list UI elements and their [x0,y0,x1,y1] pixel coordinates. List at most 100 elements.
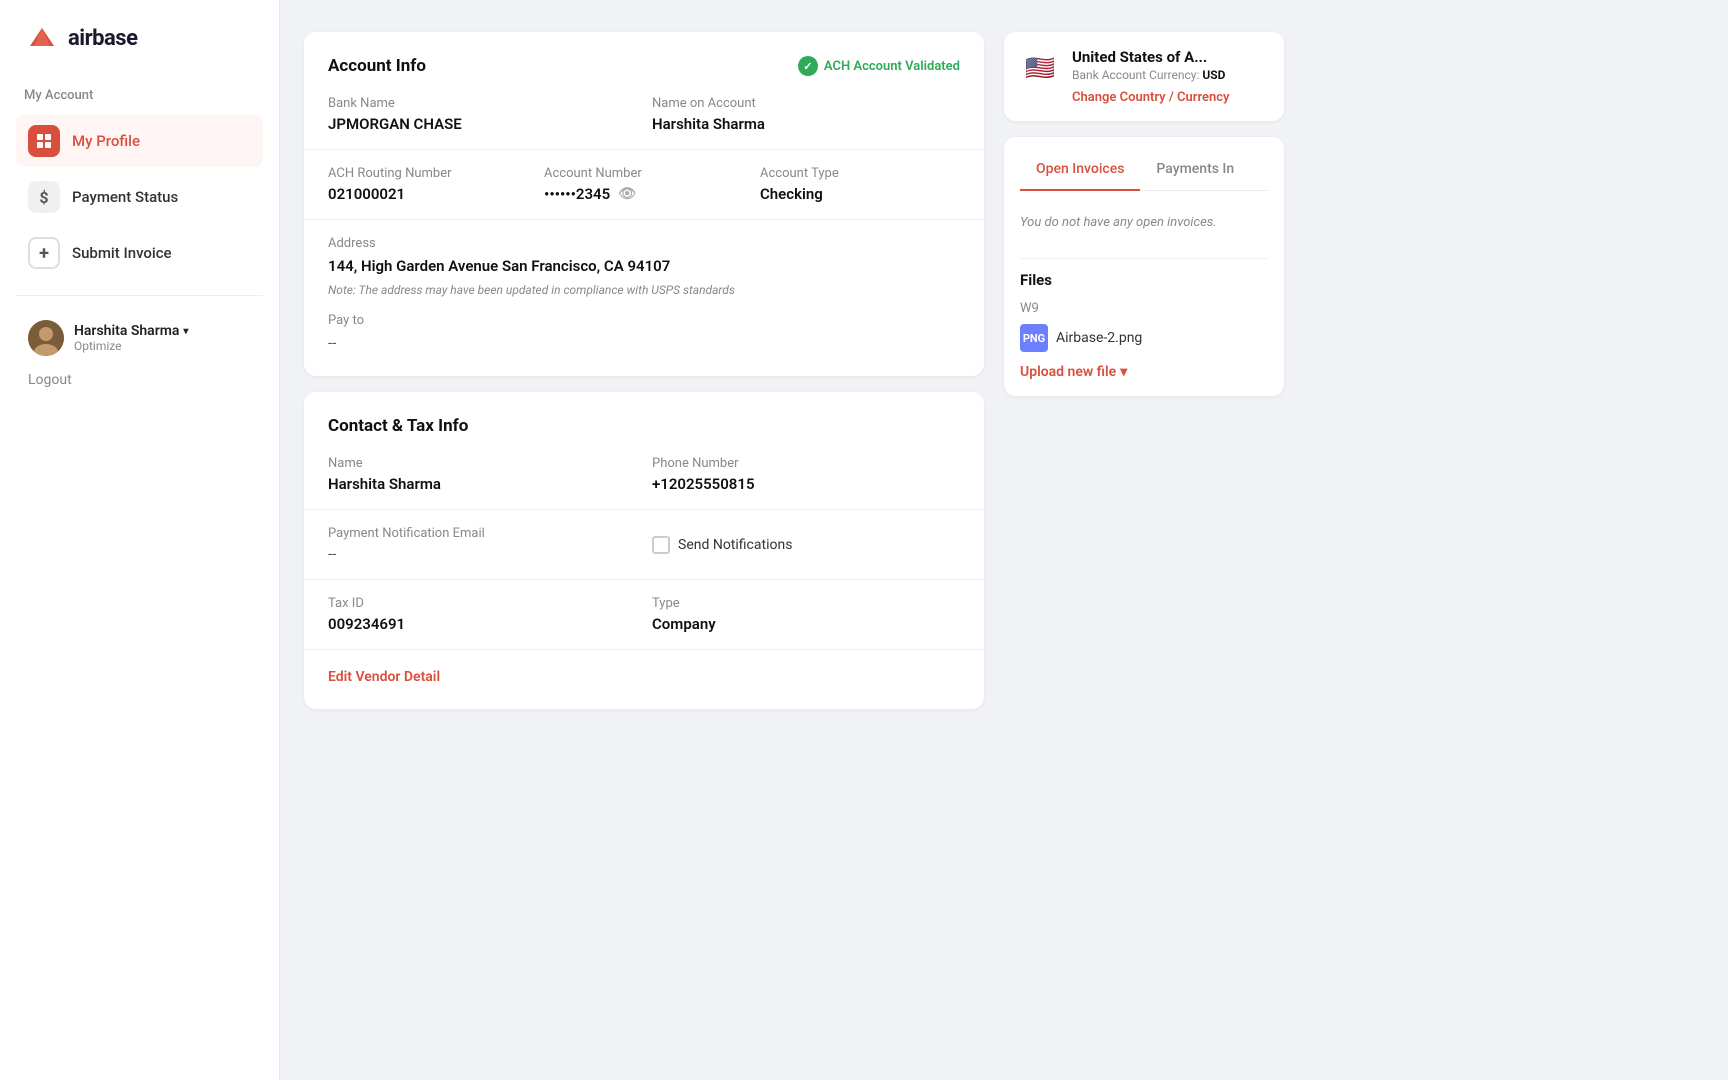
type-label: Type [652,596,960,611]
bank-name-value: JPMORGAN CHASE [328,115,636,133]
notification-email-label: Payment Notification Email [328,526,636,541]
notification-row-grid: Payment Notification Email -- Send Notif… [328,526,960,563]
flag-icon: 🇺🇸 [1020,48,1060,88]
account-type-value: Checking [760,185,960,203]
logo-icon [24,24,60,52]
sidebar-user: Harshita Sharma ▾ Optimize [16,312,263,364]
type-field: Type Company [652,596,960,633]
invoice-tabs: Open Invoices Payments In [1020,153,1268,191]
contact-name-label: Name [328,456,636,471]
card-divider-4 [304,579,984,580]
contact-name-value: Harshita Sharma [328,475,636,493]
sidebar-item-my-profile[interactable]: My Profile [16,115,263,167]
account-number-value: ••••••2345 👁 [544,185,744,203]
send-notifications-checkbox[interactable] [652,536,670,554]
logo-text: airbase [68,26,137,51]
notification-email-field: Payment Notification Email -- [328,526,636,563]
sidebar-item-payment-status[interactable]: $ Payment Status [16,171,263,223]
send-notifications-container: Send Notifications [652,526,960,563]
type-value: Company [652,615,960,633]
address-section: Address 144, High Garden Avenue San Fran… [328,236,960,297]
upload-dropdown-icon: ▾ [1120,364,1127,380]
contact-name-field: Name Harshita Sharma [328,456,636,493]
toggle-visibility-icon[interactable]: 👁 [618,186,636,202]
dropdown-arrow-icon: ▾ [183,326,188,337]
account-info-card: Account Info ✓ ACH Account Validated Ban… [304,32,984,376]
my-profile-icon [28,125,60,157]
file-type-icon: PNG [1020,324,1048,352]
pay-to-section: Pay to -- [328,313,960,352]
file-category-w9: W9 [1020,301,1268,316]
notification-section: Payment Notification Email -- Send Notif… [328,526,960,563]
sidebar-item-submit-invoice[interactable]: + Submit Invoice [16,227,263,279]
name-on-account-field: Name on Account Harshita Sharma [652,96,960,133]
name-on-account-value: Harshita Sharma [652,115,960,133]
phone-label: Phone Number [652,456,960,471]
name-on-account-label: Name on Account [652,96,960,111]
main-content: Account Info ✓ ACH Account Validated Ban… [280,0,1728,1080]
user-info: Harshita Sharma ▾ Optimize [74,323,251,353]
file-item: PNG Airbase-2.png [1020,324,1268,352]
files-section: Files W9 PNG Airbase-2.png Upload new fi… [1020,258,1268,380]
address-value: 144, High Garden Avenue San Francisco, C… [328,257,960,275]
account-number-label: Account Number [544,166,744,181]
empty-invoices-text: You do not have any open invoices. [1020,207,1268,238]
avatar [28,320,64,356]
address-note: Note: The address may have been updated … [328,283,960,297]
tab-open-invoices[interactable]: Open Invoices [1020,153,1140,191]
user-company: Optimize [74,339,251,353]
logo: airbase [16,24,263,52]
files-title: Files [1020,258,1268,289]
user-name: Harshita Sharma ▾ [74,323,251,339]
phone-value: +12025550815 [652,475,960,493]
card-divider-3 [304,509,984,510]
tax-id-field: Tax ID 009234691 [328,596,636,633]
my-account-label: My Account [16,84,263,115]
contact-tax-card: Contact & Tax Info Name Harshita Sharma … [304,392,984,709]
notification-email-value: -- [328,545,636,563]
address-label: Address [328,236,960,251]
submit-invoice-icon: + [28,237,60,269]
send-notifications-label: Send Notifications [678,537,792,553]
routing-value: 021000021 [328,185,528,203]
country-name: United States of A... [1072,48,1268,66]
account-type-field: Account Type Checking [760,166,960,203]
card-divider-5 [304,649,984,650]
bank-name-row: Bank Name JPMORGAN CHASE Name on Account… [328,96,960,133]
tax-row: Tax ID 009234691 Type Company [328,596,960,633]
tax-id-label: Tax ID [328,596,636,611]
sidebar-item-label-my-profile: My Profile [72,132,140,150]
upload-new-file-button[interactable]: Upload new file ▾ [1020,364,1268,380]
file-name[interactable]: Airbase-2.png [1056,330,1142,346]
sidebar-item-label-payment-status: Payment Status [72,188,178,206]
sidebar: airbase My Account My Profile $ Payment … [0,0,280,1080]
center-panel: Account Info ✓ ACH Account Validated Ban… [304,32,984,1048]
logout-button[interactable]: Logout [16,364,263,396]
bank-name-field: Bank Name JPMORGAN CHASE [328,96,636,133]
currency-label: Bank Account Currency: USD [1072,68,1268,82]
invoices-card: Open Invoices Payments In You do not hav… [1004,137,1284,396]
country-card: 🇺🇸 United States of A... Bank Account Cu… [1004,32,1284,121]
ach-badge: ✓ ACH Account Validated [798,56,960,76]
account-type-label: Account Type [760,166,960,181]
change-country-currency-link[interactable]: Change Country / Currency [1072,90,1268,105]
ach-check-icon: ✓ [798,56,818,76]
tab-payments-in[interactable]: Payments In [1140,153,1250,191]
country-info: United States of A... Bank Account Curre… [1072,48,1268,105]
right-panel: 🇺🇸 United States of A... Bank Account Cu… [1004,32,1284,1048]
tax-id-value: 009234691 [328,615,636,633]
sidebar-item-label-submit-invoice: Submit Invoice [72,244,172,262]
account-number-field: Account Number ••••••2345 👁 [544,166,744,203]
contact-tax-title: Contact & Tax Info [328,416,960,436]
card-divider-2 [304,219,984,220]
edit-vendor-link[interactable]: Edit Vendor Detail [328,669,440,685]
sidebar-divider [16,295,263,296]
account-info-header: Account Info ✓ ACH Account Validated [328,56,960,76]
payment-status-icon: $ [28,181,60,213]
ach-badge-text: ACH Account Validated [824,59,960,74]
routing-number-field: ACH Routing Number 021000021 [328,166,528,203]
currency-value: USD [1202,68,1225,82]
account-numbers-row: ACH Routing Number 021000021 Account Num… [328,166,960,203]
card-divider-1 [304,149,984,150]
contact-name-phone-row: Name Harshita Sharma Phone Number +12025… [328,456,960,493]
